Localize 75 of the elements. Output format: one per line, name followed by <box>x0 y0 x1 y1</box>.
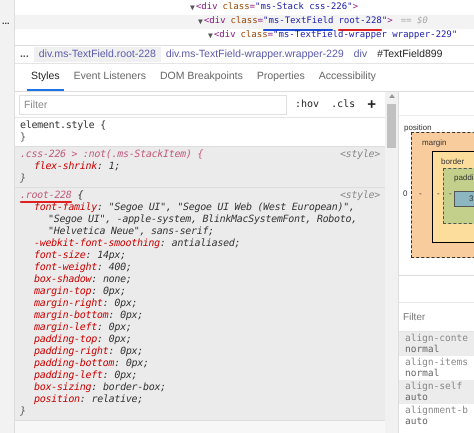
attribute-name: class <box>230 15 258 28</box>
attribute-name: class <box>240 29 268 42</box>
computed-property-value: auto <box>405 416 429 427</box>
css-declaration: padding-right: 0px; <box>33 346 144 358</box>
box-label: paddi <box>454 172 474 184</box>
scroll-thumb[interactable] <box>387 104 396 148</box>
padding-value: - <box>449 188 452 200</box>
panel-tab[interactable]: Properties <box>252 64 309 91</box>
css-declaration: padding-left: 0px; <box>33 370 138 382</box>
computed-property-name[interactable]: align-items <box>405 357 468 368</box>
selected-node-marker: == $0 <box>400 15 428 28</box>
position-value: 0 <box>403 188 408 200</box>
computed-filter-field[interactable]: Filter <box>403 310 470 324</box>
css-declaration: box-shadow: none; <box>33 274 133 286</box>
attribute-value: "ms-Stack css-226" <box>255 1 353 14</box>
css-declaration: -webkit-font-smoothing: antialiased; <box>33 238 242 250</box>
panel-tab[interactable]: Accessibility <box>314 64 380 91</box>
css-declaration: margin-right: 0px; <box>33 298 138 310</box>
breadcrumb[interactable]: ... <box>15 46 34 62</box>
computed-property-value: normal <box>405 368 440 379</box>
toolbar-button[interactable]: + <box>363 97 380 112</box>
toolbar-button[interactable]: :hov <box>291 97 324 112</box>
css-declaration: padding-bottom: 0px; <box>33 358 150 370</box>
equals-sign: = <box>268 29 274 42</box>
expand-arrow[interactable]: ▼ <box>208 30 213 42</box>
breadcrumb[interactable]: div <box>348 46 372 62</box>
expand-arrow[interactable]: ▼ <box>198 16 203 28</box>
breadcrumb[interactable]: div.ms-TextField-wrapper.wrapper-229 <box>160 46 349 62</box>
attribute-value: root-228 <box>338 15 382 29</box>
tag-close: > <box>387 15 393 28</box>
close-brace: } <box>20 173 27 185</box>
tag-name: <div <box>196 1 218 14</box>
open-brace: { <box>78 190 84 202</box>
css-declaration: margin-top: 0px; <box>33 286 127 298</box>
tag-name: <div <box>204 15 226 28</box>
computed-property-name[interactable]: alignment-b <box>405 405 468 416</box>
css-declaration: font-weight: 400; <box>33 262 133 274</box>
tag-name: <div <box>214 29 236 42</box>
css-declaration: margin-bottom: 0px; <box>33 310 144 322</box>
computed-property-value: auto <box>405 392 429 403</box>
css-declaration: margin-left: 0px; <box>33 322 133 334</box>
margin-value: - <box>419 188 422 200</box>
styles-filter-field[interactable]: Filter <box>19 94 287 114</box>
box-label: margin <box>422 137 446 149</box>
close-brace: } <box>20 406 27 418</box>
panel-tab[interactable]: DOM Breakpoints <box>156 64 247 91</box>
equals-sign: = <box>258 15 264 28</box>
css-selector: .root-228 <box>20 190 72 202</box>
attribute-name: class <box>222 1 250 14</box>
box-label: position <box>404 122 432 134</box>
box-label: border <box>441 156 464 168</box>
attribute-value: "ms-TextField-wrapper wrapper-229" <box>273 29 458 42</box>
css-selector: .css-226 > :not(.ms-StackItem) { <box>20 149 204 161</box>
css-declaration: padding-top: 0px; <box>33 334 133 346</box>
scrollbar[interactable] <box>385 92 398 433</box>
css-selector: element.style { <box>20 120 106 132</box>
toolbar-button[interactable]: .cls <box>327 97 360 112</box>
css-declaration: font-family: "Segoe UI", "Segoe UI Web (West European)", "Segoe UI", -apple-system, BlinkMacSystemFont, Roboto, "Helvetica Neue", sans-serif; <box>33 202 358 238</box>
css-declaration: position: relative; <box>33 394 144 406</box>
border-value: - <box>437 188 440 200</box>
css-declaration: font-size: 14px; <box>33 250 127 262</box>
tag-close: > <box>352 1 358 14</box>
breadcrumb[interactable]: #TextField899 <box>372 46 448 62</box>
computed-property-value: normal <box>405 344 440 355</box>
expand-arrow[interactable]: ▼ <box>190 2 195 14</box>
css-declaration: box-sizing: border-box; <box>33 382 167 394</box>
attribute-value: " <box>382 15 388 28</box>
panel-tab[interactable]: Event Listeners <box>70 64 150 91</box>
more-menu[interactable]: ... <box>0 14 14 28</box>
close-brace: } <box>20 132 27 144</box>
attribute-value: "ms-TextField <box>263 15 334 29</box>
equals-sign: = <box>250 1 256 14</box>
content-size: 3 <box>469 193 474 205</box>
css-declaration: flex-shrink: 1; <box>33 161 122 173</box>
breadcrumb[interactable]: div.ms-TextField.root-228 <box>34 46 161 62</box>
